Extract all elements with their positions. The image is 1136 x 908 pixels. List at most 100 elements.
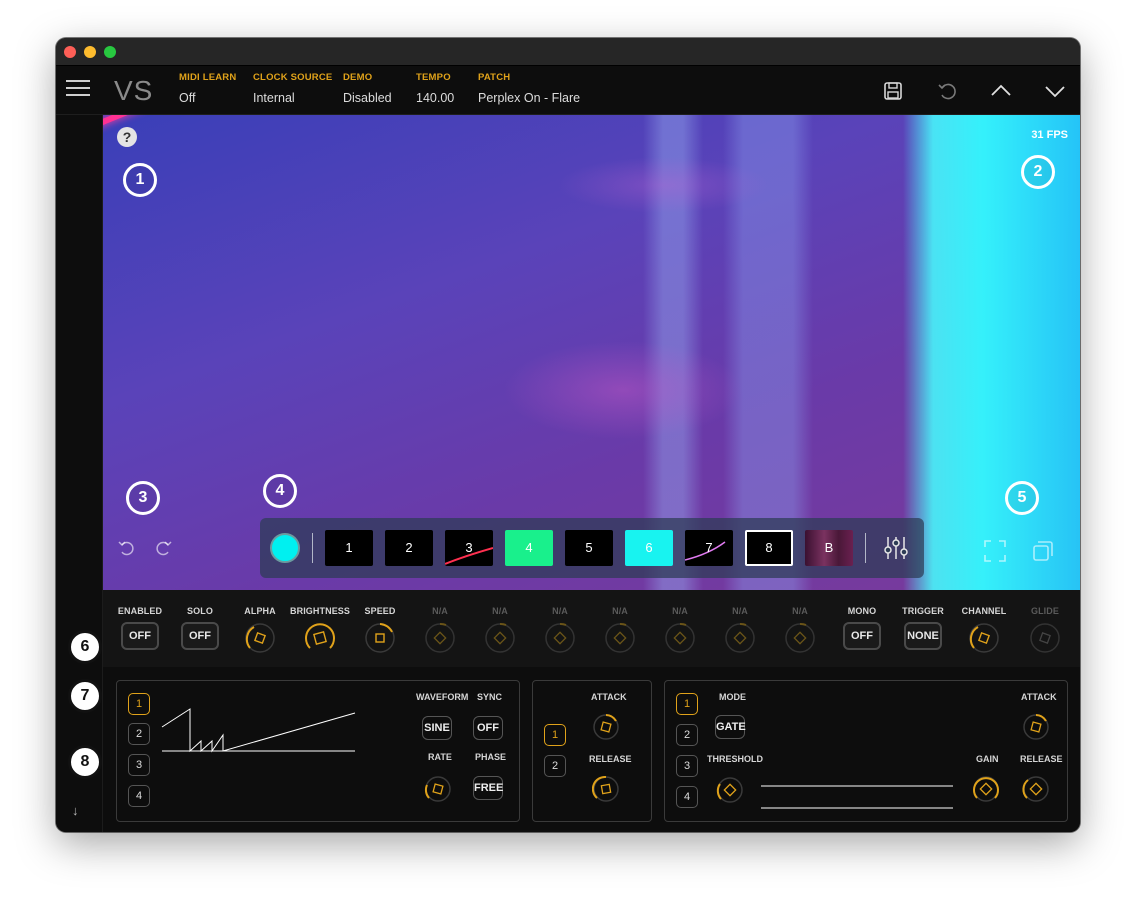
layer-button-7[interactable]: 7 — [685, 530, 733, 566]
help-icon[interactable]: ? — [117, 127, 137, 147]
top-bar: VS MIDI LEARN Off CLOCK SOURCE Internal … — [56, 66, 1080, 115]
layer-color-swatch[interactable] — [270, 533, 300, 563]
undo-icon[interactable] — [936, 80, 958, 102]
speed-knob[interactable] — [364, 622, 396, 654]
disabled-knob — [725, 622, 755, 653]
clock-source-field[interactable]: CLOCK SOURCE Internal — [253, 72, 332, 105]
lfo-panel: 1 2 3 4 WAVEFORM SYNC SINE OFF RATE PHAS… — [116, 680, 520, 822]
na-control-3: N/A — [530, 606, 590, 654]
audio-slot-4[interactable]: 4 — [676, 786, 698, 808]
duplicate-window-icon[interactable] — [1031, 539, 1055, 563]
app-window: VS MIDI LEARN Off CLOCK SOURCE Internal … — [56, 38, 1080, 832]
glide-control: GLIDE — [1015, 606, 1075, 654]
layer-button-4[interactable]: 4 — [505, 530, 553, 566]
title-bar — [56, 38, 1080, 66]
phase-selector[interactable]: FREE — [473, 776, 503, 800]
divider — [312, 533, 313, 563]
callout-3: 3 — [126, 481, 160, 515]
disabled-knob — [665, 622, 695, 653]
brightness-knob[interactable] — [304, 622, 336, 654]
disabled-knob — [425, 622, 455, 653]
disabled-knob — [545, 622, 575, 653]
audio-slot-2[interactable]: 2 — [676, 724, 698, 746]
mode-selector[interactable]: GATE — [715, 715, 746, 739]
audio-slot-3[interactable]: 3 — [676, 755, 698, 777]
minimize-window-button[interactable] — [84, 46, 96, 58]
solo-control: SOLO OFF — [170, 606, 230, 650]
mono-toggle[interactable]: OFF — [843, 622, 881, 650]
fullscreen-icon[interactable] — [983, 539, 1007, 563]
layer-button-5[interactable]: 5 — [565, 530, 613, 566]
modulation-area: 1 2 3 4 WAVEFORM SYNC SINE OFF RATE PHAS… — [103, 667, 1080, 832]
trigger-selector[interactable]: NONE — [904, 622, 942, 650]
envelope-slot-1[interactable]: 1 — [544, 724, 566, 746]
brightness-control: BRIGHTNESS — [290, 606, 350, 654]
close-window-button[interactable] — [64, 46, 76, 58]
sync-toggle[interactable]: OFF — [473, 716, 503, 740]
audio-slot-1[interactable]: 1 — [676, 693, 698, 715]
callout-7: 7 — [68, 679, 102, 713]
undo-icon[interactable] — [117, 538, 137, 558]
disabled-knob — [785, 622, 815, 653]
enabled-control: ENABLED OFF — [110, 606, 170, 650]
na-control-1: N/A — [410, 606, 470, 654]
disabled-knob — [605, 622, 635, 653]
lfo-waveform-preview — [161, 708, 356, 753]
channel-control: CHANNEL — [954, 606, 1014, 654]
layer-controls: ENABLED OFF SOLO OFF ALPHA BRIGHTNESS SP… — [103, 590, 1080, 667]
layer-button-2[interactable]: 2 — [385, 530, 433, 566]
speed-control: SPEED — [350, 606, 410, 654]
layer-button-b[interactable]: B — [805, 530, 853, 566]
chevron-down-icon[interactable] — [1044, 80, 1066, 102]
threshold-knob[interactable] — [716, 776, 744, 804]
zoom-window-button[interactable] — [104, 46, 116, 58]
save-icon[interactable] — [882, 80, 904, 102]
app-logo: VS — [114, 75, 154, 106]
sidebar: 6 7 8 ↓ — [56, 115, 103, 832]
na-control-4: N/A — [590, 606, 650, 654]
lfo-slot-2[interactable]: 2 — [128, 723, 150, 745]
layer-bar: 1 2 3 4 5 6 7 8 B — [260, 518, 924, 578]
audio-level-meter — [761, 785, 953, 809]
envelope-slot-2[interactable]: 2 — [544, 755, 566, 777]
audio-release-knob[interactable] — [1022, 775, 1050, 803]
waveform-selector[interactable]: SINE — [422, 716, 452, 740]
na-control-6: N/A — [710, 606, 770, 654]
layer-button-6[interactable]: 6 — [625, 530, 673, 566]
enabled-toggle[interactable]: OFF — [121, 622, 159, 650]
lfo-slot-1[interactable]: 1 — [128, 693, 150, 715]
mono-control: MONO OFF — [832, 606, 892, 650]
alpha-knob[interactable] — [244, 622, 276, 654]
audio-panel: 1 2 3 4 MODE GATE THRESHOLD ATTACK GAIN … — [664, 680, 1068, 822]
envelope-release-knob[interactable] — [592, 775, 620, 803]
callout-8: 8 — [68, 745, 102, 779]
arrow-down-icon[interactable]: ↓ — [72, 803, 79, 818]
audio-attack-knob[interactable] — [1022, 713, 1050, 741]
menu-icon[interactable] — [66, 80, 92, 100]
solo-toggle[interactable]: OFF — [181, 622, 219, 650]
gain-knob[interactable] — [972, 775, 1000, 803]
na-control-7: N/A — [770, 606, 830, 654]
envelope-attack-knob[interactable] — [592, 713, 620, 741]
lfo-slot-4[interactable]: 4 — [128, 785, 150, 807]
channel-knob[interactable] — [968, 622, 1000, 654]
callout-5: 5 — [1005, 481, 1039, 515]
callout-2: 2 — [1021, 155, 1055, 189]
layer-button-8[interactable]: 8 — [745, 530, 793, 566]
callout-1: 1 — [123, 163, 157, 197]
callout-6: 6 — [68, 630, 102, 664]
visualizer-viewport[interactable]: ? 31 FPS 1 2 3 4 5 1 2 3 4 5 6 7 8 B — [103, 115, 1080, 590]
layer-button-1[interactable]: 1 — [325, 530, 373, 566]
trigger-control: TRIGGER NONE — [893, 606, 953, 650]
rate-knob[interactable] — [424, 775, 452, 803]
midi-learn-field[interactable]: MIDI LEARN Off — [179, 72, 236, 105]
layer-button-3[interactable]: 3 — [445, 530, 493, 566]
tempo-field[interactable]: TEMPO 140.00 — [416, 72, 454, 105]
chevron-up-icon[interactable] — [990, 80, 1012, 102]
lfo-slot-3[interactable]: 3 — [128, 754, 150, 776]
redo-icon[interactable] — [153, 538, 173, 558]
mixer-icon[interactable] — [882, 534, 910, 562]
patch-field[interactable]: PATCH Perplex On - Flare — [478, 72, 580, 105]
demo-field[interactable]: DEMO Disabled — [343, 72, 392, 105]
alpha-control: ALPHA — [230, 606, 290, 654]
